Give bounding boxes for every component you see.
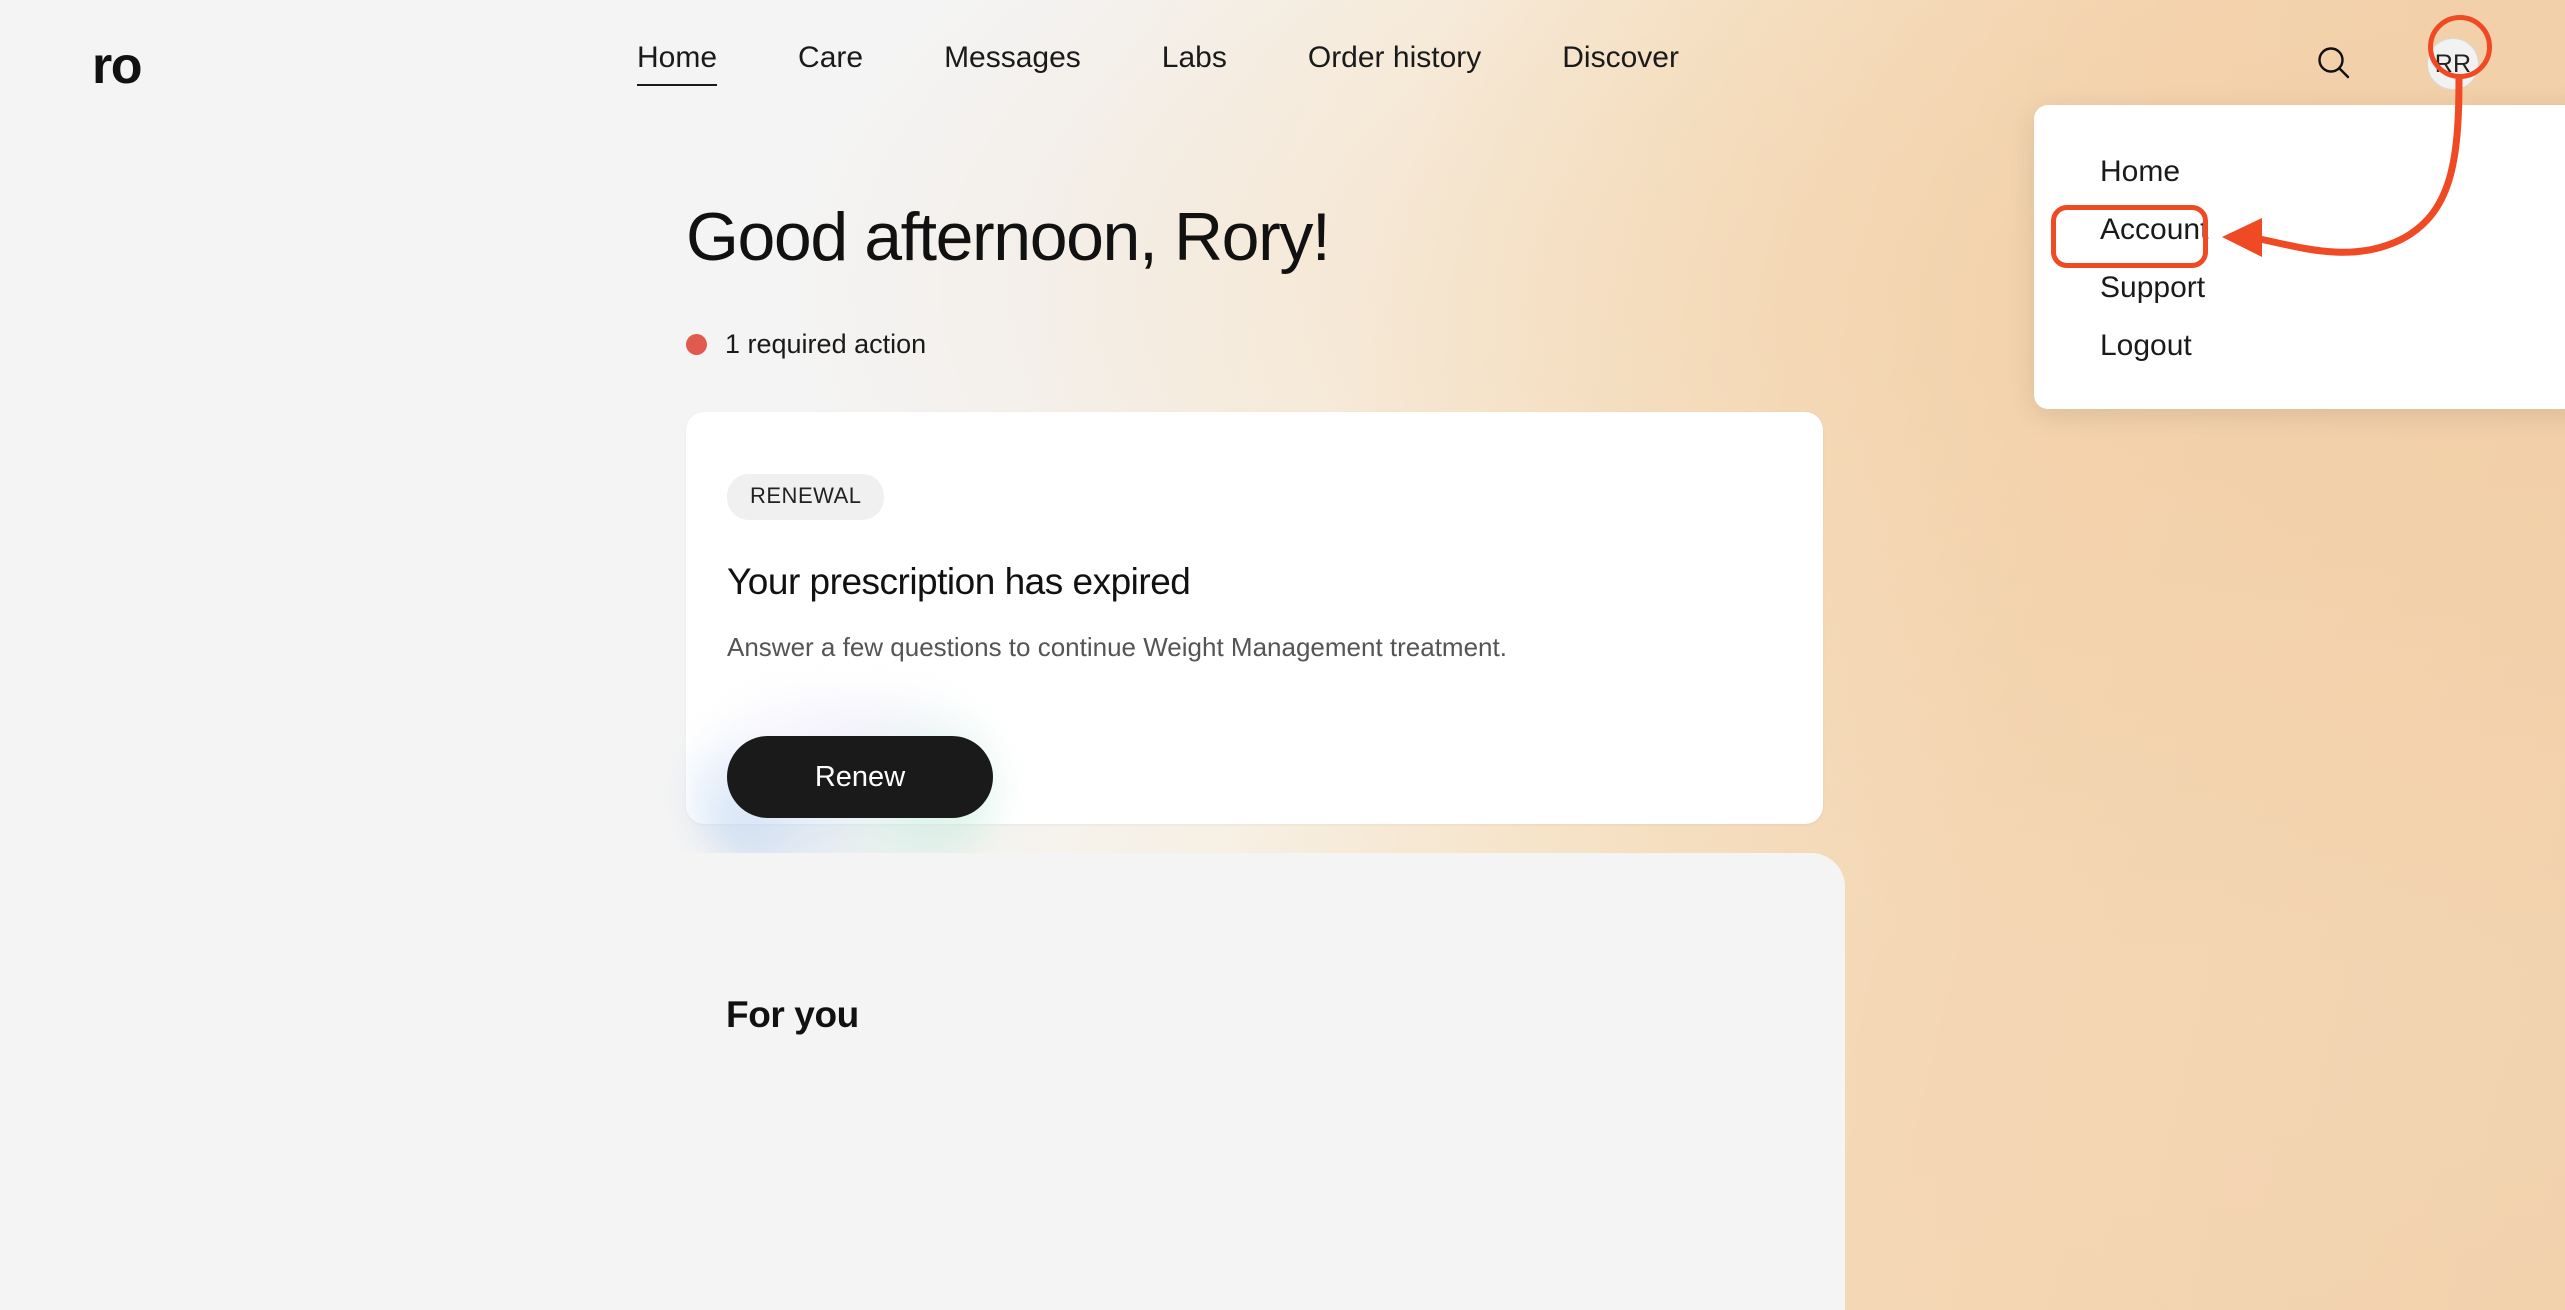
for-you-heading: For you xyxy=(726,994,859,1035)
account-avatar-button[interactable]: RR xyxy=(2427,38,2479,90)
page-root: Good afternoon, Rory! 1 required action … xyxy=(0,0,2565,1310)
nav-item-labs[interactable]: Labs xyxy=(1162,40,1227,86)
card-badge-renewal: RENEWAL xyxy=(727,474,885,520)
menu-item-account[interactable]: Account xyxy=(2034,201,2565,259)
account-dropdown-menu: Home Account Support Logout xyxy=(2034,105,2565,409)
required-action-banner: 1 required action xyxy=(686,328,926,360)
renewal-card-title: Your prescription has expired xyxy=(727,561,1191,602)
required-action-label: 1 required action xyxy=(725,329,927,359)
for-you-section-panel xyxy=(592,853,1845,1310)
page-title: Good afternoon, Rory! xyxy=(686,199,1331,275)
renewal-card[interactable]: RENEWAL Your prescription has expired An… xyxy=(686,412,1823,876)
search-icon[interactable] xyxy=(2311,40,2357,86)
renew-button-wrap: Renew xyxy=(689,694,999,876)
alert-dot-icon xyxy=(686,333,707,355)
renewal-card-subtitle: Answer a few questions to continue Weigh… xyxy=(727,632,1507,663)
menu-item-home[interactable]: Home xyxy=(2034,143,2565,201)
ro-logo[interactable]: ro xyxy=(92,40,143,92)
menu-item-support[interactable]: Support xyxy=(2034,259,2565,317)
avatar: RR xyxy=(2427,38,2479,90)
nav-item-messages[interactable]: Messages xyxy=(944,40,1081,86)
primary-navigation: Home Care Messages Labs Order history Di… xyxy=(637,40,1679,87)
nav-item-discover[interactable]: Discover xyxy=(1562,40,1679,86)
nav-item-home[interactable]: Home xyxy=(637,40,718,87)
menu-item-logout[interactable]: Logout xyxy=(2034,317,2565,375)
nav-item-care[interactable]: Care xyxy=(798,40,863,86)
renew-button[interactable]: Renew xyxy=(727,736,993,818)
nav-item-order-history[interactable]: Order history xyxy=(1308,40,1481,86)
